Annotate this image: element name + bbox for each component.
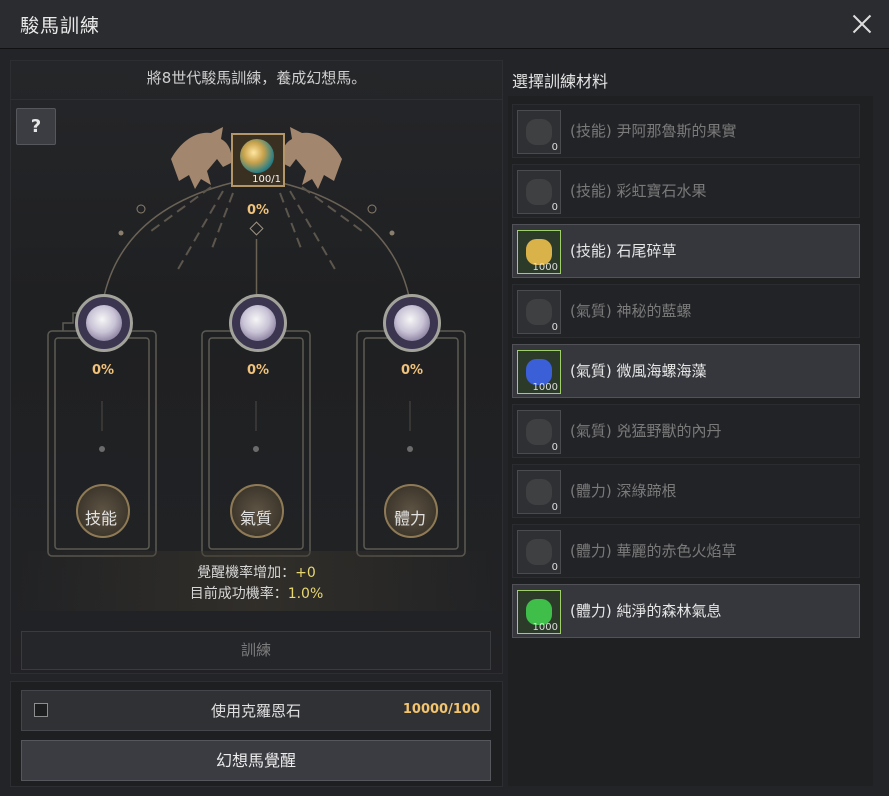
material-name: (技能) 石尾碎草 (570, 242, 677, 260)
main-percent: 0% (247, 203, 270, 218)
skill-percent: 0% (92, 363, 115, 378)
use-stone-count: 10000/100 (402, 702, 480, 717)
material-count: 0 (551, 442, 558, 453)
temperament-label: 氣質 (239, 509, 272, 528)
material-name: (氣質) 兇猛野獸的內丹 (570, 422, 722, 440)
horse-crest-left (171, 127, 232, 189)
material-item[interactable]: 1000 (氣質) 微風海螺海藻 (512, 344, 860, 398)
gem-fruit-icon (526, 179, 552, 205)
use-stone-row[interactable]: 使用克羅恩石 10000/100 (21, 690, 491, 731)
horse-icon (240, 305, 276, 341)
material-item[interactable]: 0 (技能) 尹阿那魯斯的果實 (512, 104, 860, 158)
material-icon: 1000 (517, 350, 561, 394)
awaken-rate-label: 覺醒機率增加： (197, 565, 296, 581)
material-count: 0 (551, 142, 558, 153)
stamina-percent: 0% (401, 363, 424, 378)
material-item[interactable]: 0 (氣質) 神秘的藍螺 (512, 284, 860, 338)
main-awaken-item-icon[interactable]: 100/1 (231, 133, 285, 187)
stamina-horse-slot[interactable] (383, 294, 441, 352)
close-icon[interactable] (847, 9, 877, 39)
material-icon: 0 (517, 530, 561, 574)
material-icon: 0 (517, 290, 561, 334)
material-name: (體力) 深綠蹄根 (570, 482, 677, 500)
skill-label: 技能 (84, 509, 117, 528)
material-name: (體力) 華麗的赤色火焰草 (570, 542, 737, 560)
materials-list: 0 (技能) 尹阿那魯斯的果實 0 (技能) 彩虹寶石水果 1000 (技能) … (508, 96, 873, 786)
main-item-count: 100/1 (252, 174, 281, 185)
training-panel: 將8世代駿馬訓練，養成幻想馬。 ? 100/1 0% 0% 技能 0% 氣質 0… (10, 60, 503, 674)
title-bar: 駿馬訓練 (0, 0, 889, 49)
horse-crest-right (281, 127, 342, 189)
material-item[interactable]: 1000 (體力) 純淨的森林氣息 (512, 584, 860, 638)
material-icon: 0 (517, 470, 561, 514)
material-count: 0 (551, 202, 558, 213)
material-item[interactable]: 0 (體力) 深綠蹄根 (512, 464, 860, 518)
material-name: (氣質) 微風海螺海藻 (570, 362, 707, 380)
material-item[interactable]: 0 (技能) 彩虹寶石水果 (512, 164, 860, 218)
success-rate-value: 1.0% (287, 586, 324, 602)
awaken-rate-value: +0 (295, 565, 316, 581)
skill-horse-slot[interactable] (75, 294, 133, 352)
window-title: 駿馬訓練 (20, 15, 101, 37)
gem-icon (240, 139, 274, 173)
material-name: (技能) 彩虹寶石水果 (570, 182, 707, 200)
material-count: 0 (551, 502, 558, 513)
material-icon: 0 (517, 170, 561, 214)
material-icon: 1000 (517, 590, 561, 634)
temperament-horse-slot[interactable] (229, 294, 287, 352)
horse-icon (86, 305, 122, 341)
shell-icon (526, 299, 552, 325)
material-name: (氣質) 神秘的藍螺 (570, 302, 692, 320)
awaken-button[interactable]: 幻想馬覺醒 (21, 740, 491, 781)
beast-core-icon (526, 419, 552, 445)
material-count: 0 (551, 322, 558, 333)
horse-icon (394, 305, 430, 341)
material-icon: 1000 (517, 230, 561, 274)
success-rate-row: 目前成功機率：1.0% (11, 584, 502, 605)
materials-title: 選擇訓練材料 (512, 72, 609, 91)
material-count: 1000 (532, 262, 558, 273)
training-subtitle: 將8世代駿馬訓練，養成幻想馬。 (11, 61, 502, 100)
material-count: 0 (551, 562, 558, 573)
horse-training-window: 駿馬訓練 將8世代駿馬訓練，養成幻想馬。 ? 100/1 0% 0% 技能 0%… (0, 0, 889, 796)
material-icon: 0 (517, 410, 561, 454)
material-count: 1000 (532, 622, 558, 633)
success-rate-label: 目前成功機率： (189, 586, 288, 602)
stamina-label: 體力 (393, 509, 426, 528)
awaken-panel: 使用克羅恩石 10000/100 幻想馬覺醒 (10, 681, 503, 787)
material-name: (技能) 尹阿那魯斯的果實 (570, 122, 737, 140)
material-item[interactable]: 1000 (技能) 石尾碎草 (512, 224, 860, 278)
flame-grass-icon (526, 539, 552, 565)
rate-info: 覺醒機率增加：+0 目前成功機率：1.0% (11, 551, 502, 611)
root-icon (526, 479, 552, 505)
fruit-icon (526, 119, 552, 145)
temperament-percent: 0% (247, 363, 270, 378)
material-count: 1000 (532, 382, 558, 393)
train-button[interactable]: 訓練 (21, 631, 491, 670)
material-icon: 0 (517, 110, 561, 154)
material-name: (體力) 純淨的森林氣息 (570, 602, 722, 620)
awaken-rate-row: 覺醒機率增加：+0 (11, 563, 502, 584)
material-item[interactable]: 0 (氣質) 兇猛野獸的內丹 (512, 404, 860, 458)
training-tree: 100/1 0% 0% 技能 0% 氣質 0% 體力 (11, 101, 502, 561)
material-item[interactable]: 0 (體力) 華麗的赤色火焰草 (512, 524, 860, 578)
